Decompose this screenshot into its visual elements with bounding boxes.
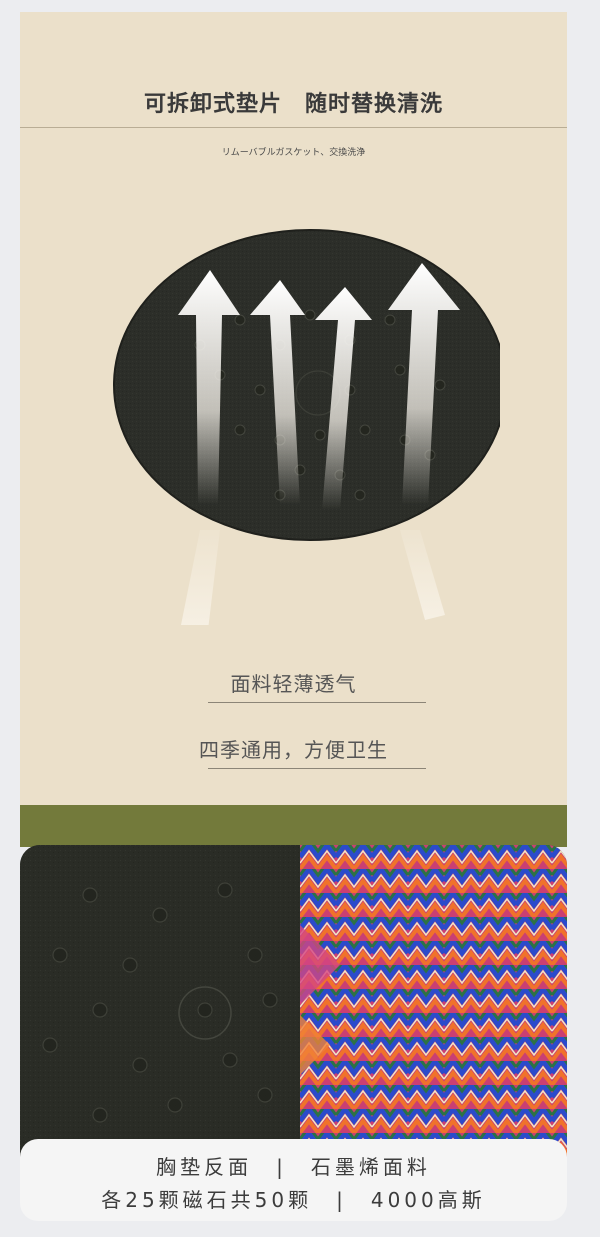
feature-divider bbox=[208, 768, 426, 769]
caption-line-1: 胸垫反面 | 石墨烯面料 bbox=[156, 1155, 431, 1179]
page-title: 可拆卸式垫片 随时替换清洗 bbox=[143, 92, 443, 117]
airflow-arrow-icon bbox=[181, 530, 220, 625]
fabric-photo bbox=[20, 845, 567, 1163]
accent-band bbox=[20, 805, 567, 847]
gasket-illustration bbox=[113, 229, 500, 625]
caption-line-2: 各25颗磁石共50颗 | 4000高斯 bbox=[101, 1188, 486, 1212]
feature-panel: 可拆卸式垫片 随时替换清洗 リムーバブルガスケット、交換洗浄 面料轻薄透气 四季… bbox=[20, 12, 567, 805]
pad-back-photo bbox=[20, 845, 300, 1163]
feature-breathable: 面料轻薄透气 bbox=[230, 672, 357, 696]
caption-card: 胸垫反面 | 石墨烯面料 各25颗磁石共50颗 | 4000高斯 bbox=[20, 1139, 567, 1221]
page-subtitle: リムーバブルガスケット、交換洗浄 bbox=[221, 148, 366, 158]
feature-divider bbox=[208, 702, 426, 703]
page: 可拆卸式垫片 随时替换清洗 リムーバブルガスケット、交換洗浄 面料轻薄透气 四季… bbox=[0, 0, 600, 1237]
feature-hygienic: 四季通用，方便卫生 bbox=[199, 738, 388, 762]
title-divider bbox=[20, 127, 567, 128]
airflow-arrow-icon bbox=[400, 530, 445, 620]
